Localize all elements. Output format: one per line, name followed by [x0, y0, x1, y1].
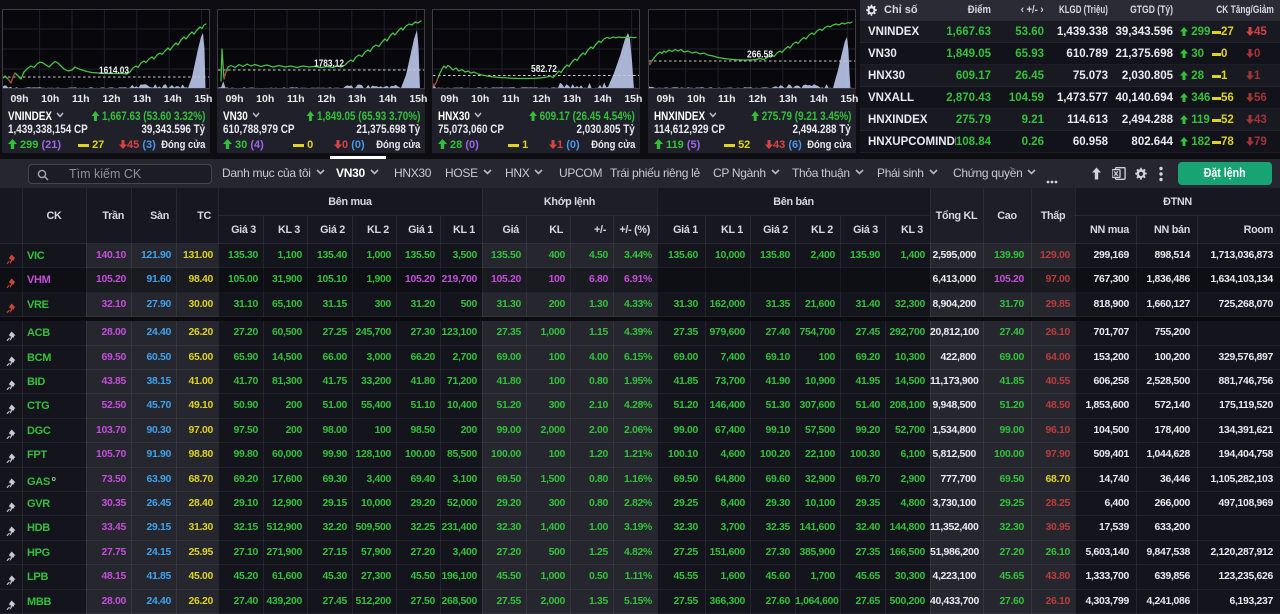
- svg-text:1614.03: 1614.03: [99, 66, 129, 77]
- svg-text:582.72: 582.72: [531, 64, 557, 75]
- svg-text:1783.12: 1783.12: [314, 59, 344, 70]
- svg-text:266.58: 266.58: [747, 50, 773, 61]
